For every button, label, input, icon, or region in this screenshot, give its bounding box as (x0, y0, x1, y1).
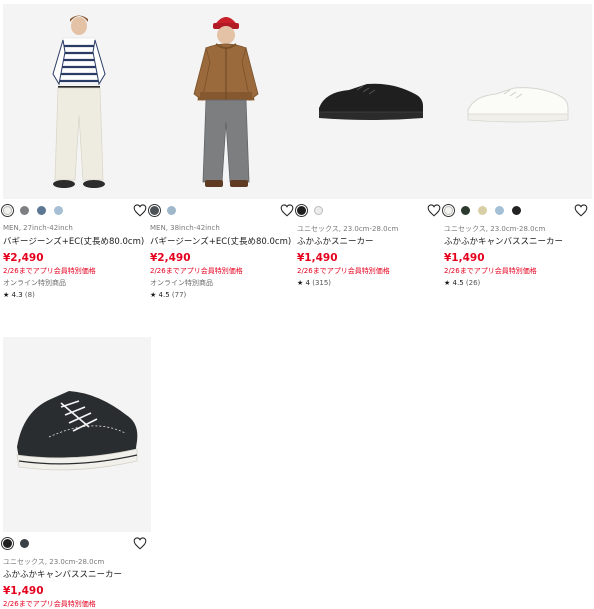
product-meta: ユニセックス, 23.0cm-28.0cm (297, 225, 399, 233)
review-count: (77) (171, 291, 187, 299)
color-swatch[interactable] (167, 206, 177, 215)
color-swatch[interactable] (297, 206, 306, 215)
product-image[interactable] (297, 4, 445, 199)
color-swatch[interactable] (444, 206, 453, 215)
color-swatches (150, 204, 298, 218)
product-image[interactable] (3, 337, 151, 532)
star-icon: ★ (444, 279, 451, 287)
rating-value: 4.3 (11, 291, 23, 299)
color-swatch[interactable] (3, 539, 12, 548)
product-card[interactable]: MEN, 27inch-42inch バギージーンズ+EC(丈長め80.0cm)… (3, 4, 151, 299)
color-swatch[interactable] (461, 206, 471, 215)
promo-text: 2/26までアプリ会員特別価格 (297, 267, 390, 275)
product-name[interactable]: バギージーンズ+EC(丈長め80.0cm) (150, 236, 298, 248)
color-swatch[interactable] (150, 206, 159, 215)
color-swatch[interactable] (512, 206, 522, 215)
online-only-label: オンライン特別商品 (3, 279, 66, 287)
rating-value: 4.5 (158, 291, 170, 299)
star-icon: ★ (3, 291, 10, 299)
review-count: (26) (465, 279, 481, 287)
product-price: ¥1,490 (3, 585, 44, 597)
color-swatch[interactable] (37, 206, 47, 215)
rating-value: 4 (305, 279, 310, 287)
product-name[interactable]: ふかふかスニーカー (297, 236, 445, 248)
online-only-label: オンライン特別商品 (150, 279, 213, 287)
heart-icon[interactable] (133, 537, 147, 550)
color-swatch[interactable] (20, 539, 30, 548)
color-swatches (3, 204, 151, 218)
product-meta: ユニセックス, 23.0cm-28.0cm (3, 558, 105, 566)
color-swatch[interactable] (314, 206, 324, 215)
review-count: (8) (24, 291, 35, 299)
color-swatches (3, 537, 151, 551)
color-swatches (297, 204, 445, 218)
color-swatch[interactable] (54, 206, 64, 215)
rating: ★ 4 (315) (297, 279, 445, 287)
rating-value: 4.5 (452, 279, 464, 287)
color-swatch[interactable] (495, 206, 505, 215)
rating: ★ 4.5 (77) (150, 291, 298, 299)
color-swatch[interactable] (478, 206, 488, 215)
product-name[interactable]: バギージーンズ+EC(丈長め80.0cm) (3, 236, 151, 248)
rating: ★ 4.3 (8) (3, 291, 151, 299)
rating: ★ 4.5 (26) (444, 279, 592, 287)
product-price: ¥1,490 (297, 252, 338, 264)
product-image[interactable] (444, 4, 592, 199)
product-image[interactable] (3, 4, 151, 199)
promo-text: 2/26までアプリ会員特別価格 (444, 267, 537, 275)
color-swatch[interactable] (3, 206, 12, 215)
heart-icon[interactable] (427, 204, 441, 217)
product-meta: MEN, 38inch-42inch (150, 224, 220, 232)
product-card[interactable]: ユニセックス, 23.0cm-28.0cm ふかふかキャンバススニーカー ¥1,… (3, 337, 151, 609)
product-meta: MEN, 27inch-42inch (3, 224, 73, 232)
product-card[interactable]: ユニセックス, 23.0cm-28.0cm ふかふかスニーカー ¥1,490 2… (297, 4, 445, 287)
star-icon: ★ (150, 291, 157, 299)
product-name[interactable]: ふかふかキャンバススニーカー (444, 236, 592, 248)
promo-text: 2/26までアプリ会員特別価格 (3, 267, 96, 275)
product-card[interactable]: MEN, 38inch-42inch バギージーンズ+EC(丈長め80.0cm)… (150, 4, 298, 299)
product-price: ¥2,490 (3, 252, 44, 264)
product-price: ¥2,490 (150, 252, 191, 264)
heart-icon[interactable] (280, 204, 294, 217)
star-icon: ★ (297, 279, 304, 287)
heart-icon[interactable] (133, 204, 147, 217)
product-price: ¥1,490 (444, 252, 485, 264)
color-swatch[interactable] (20, 206, 30, 215)
promo-text: 2/26までアプリ会員特別価格 (150, 267, 243, 275)
promo-text: 2/26までアプリ会員特別価格 (3, 600, 96, 608)
color-swatches (444, 204, 592, 218)
product-image[interactable] (150, 4, 298, 199)
product-meta: ユニセックス, 23.0cm-28.0cm (444, 225, 546, 233)
product-card[interactable]: ユニセックス, 23.0cm-28.0cm ふかふかキャンバススニーカー ¥1,… (444, 4, 592, 287)
product-name[interactable]: ふかふかキャンバススニーカー (3, 569, 151, 581)
heart-icon[interactable] (574, 204, 588, 217)
review-count: (315) (312, 279, 332, 287)
